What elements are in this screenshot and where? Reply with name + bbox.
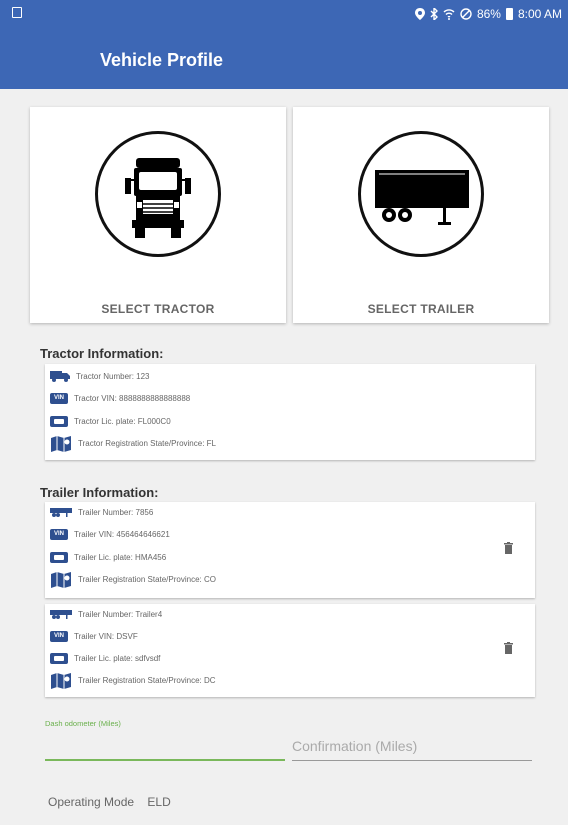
tractor-information-heading: Tractor Information: (40, 346, 164, 361)
confirmation-miles-underline (292, 760, 532, 761)
trailer-plate: Trailer Lic. plate: HMA456 (74, 552, 167, 562)
do-not-disturb-icon (460, 8, 472, 20)
trailer-state-row: Trailer Registration State/Province: CO (50, 571, 216, 588)
dash-odometer-label: Dash odometer (Miles) (45, 719, 121, 728)
location-icon (414, 8, 425, 20)
trailer-info-card: Trailer Number: 7856 VIN Trailer VIN: 45… (45, 502, 535, 598)
confirmation-miles-input[interactable]: Confirmation (Miles) (292, 738, 417, 754)
battery-icon (505, 8, 513, 20)
delete-trailer-icon[interactable] (504, 542, 513, 554)
trailer-information-heading: Trailer Information: (40, 485, 159, 500)
operating-mode-label: Operating Mode (48, 795, 135, 809)
tractor-state: Tractor Registration State/Province: FL (78, 438, 216, 448)
select-tractor-button[interactable]: SELECT TRACTOR (30, 107, 286, 323)
vin-icon: VIN (50, 630, 68, 642)
select-trailer-button[interactable]: SELECT TRAILER (293, 107, 549, 323)
license-plate-icon (50, 415, 68, 427)
tractor-info-card: Tractor Number: 123 VIN Tractor VIN: 888… (45, 364, 535, 460)
bluetooth-icon (430, 8, 438, 20)
trailer-vin: Trailer VIN: DSVF (74, 631, 138, 641)
license-plate-icon (50, 652, 68, 664)
tractor-number: Tractor Number: 123 (76, 371, 150, 381)
trailer-state-row: Trailer Registration State/Province: DC (50, 672, 216, 689)
battery-percent: 86% (476, 7, 501, 21)
app-header: 86% 8:00 AM Vehicle Profile (0, 0, 568, 89)
dash-odometer-input[interactable] (45, 759, 285, 761)
trailer-state: Trailer Registration State/Province: CO (78, 574, 216, 584)
operating-mode-value[interactable]: ELD (147, 795, 170, 809)
clock: 8:00 AM (517, 7, 562, 21)
tractor-plate-row: Tractor Lic. plate: FL000C0 (50, 413, 171, 429)
trailer-circle (358, 131, 484, 257)
notification-icon (12, 7, 22, 18)
select-trailer-label: SELECT TRAILER (367, 302, 475, 316)
operating-mode: Operating Mode ELD (48, 795, 171, 809)
trailer-state: Trailer Registration State/Province: DC (78, 675, 216, 685)
trailer-icon (50, 507, 72, 517)
trailer-vin-row: VIN Trailer VIN: 456464646621 (50, 526, 170, 542)
vin-icon: VIN (50, 392, 68, 404)
trailer-plate: Trailer Lic. plate: sdfvsdf (74, 653, 161, 663)
trailer-info-card: Trailer Number: Trailer4 VIN Trailer VIN… (45, 604, 535, 697)
map-icon (51, 435, 71, 452)
wifi-icon (443, 9, 455, 20)
trailer-number-row: Trailer Number: Trailer4 (50, 606, 162, 622)
trailer-number: Trailer Number: Trailer4 (78, 609, 163, 619)
trailer-number: Trailer Number: 7856 (78, 507, 154, 517)
tractor-state-row: Tractor Registration State/Province: FL (50, 435, 216, 452)
truck-icon (50, 370, 70, 382)
tractor-vin: Tractor VIN: 8888888888888888 (74, 393, 191, 403)
map-icon (51, 571, 71, 588)
delete-trailer-icon[interactable] (504, 642, 513, 654)
trailer-icon (50, 609, 72, 619)
trailer-plate-row: Trailer Lic. plate: HMA456 (50, 549, 166, 565)
trailer-plate-row: Trailer Lic. plate: sdfvsdf (50, 650, 160, 666)
tractor-circle (95, 131, 221, 257)
tractor-icon (125, 158, 191, 238)
tractor-vin-row: VIN Tractor VIN: 8888888888888888 (50, 390, 190, 406)
trailer-large-icon (375, 170, 469, 225)
trailer-number-row: Trailer Number: 7856 (50, 504, 153, 520)
trailer-vin: Trailer VIN: 456464646621 (74, 529, 170, 539)
license-plate-icon (50, 551, 68, 563)
map-icon (51, 672, 71, 689)
page-title: Vehicle Profile (100, 50, 224, 70)
status-icons: 86% 8:00 AM (414, 7, 562, 21)
tractor-plate: Tractor Lic. plate: FL000C0 (74, 416, 171, 426)
select-tractor-label: SELECT TRACTOR (101, 302, 215, 316)
tractor-number-row: Tractor Number: 123 (50, 368, 150, 384)
trailer-vin-row: VIN Trailer VIN: DSVF (50, 628, 138, 644)
status-bar: 86% 8:00 AM (0, 0, 568, 30)
vin-icon: VIN (50, 528, 68, 540)
